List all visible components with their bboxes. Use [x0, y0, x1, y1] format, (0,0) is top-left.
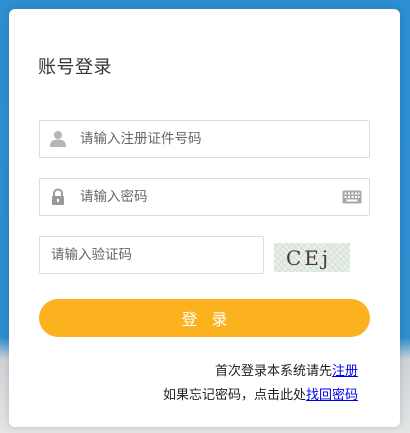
forgot-prompt: 如果忘记密码，点击此处: [162, 388, 306, 403]
password-field-wrapper: [39, 178, 370, 216]
username-field-wrapper: [39, 120, 370, 158]
user-icon: [40, 121, 76, 157]
login-title: 账号登录: [38, 57, 112, 78]
username-input[interactable]: [76, 121, 369, 157]
captcha-field-wrapper: [39, 236, 264, 274]
login-button[interactable]: 登录: [39, 299, 370, 337]
lock-icon: [40, 179, 76, 215]
captcha-input[interactable]: [40, 237, 263, 273]
forgot-password-link[interactable]: 找回密码: [306, 388, 358, 403]
captcha-image[interactable]: CEj 4: [274, 243, 350, 272]
captcha-text: CEj 4: [286, 246, 332, 272]
keyboard-icon[interactable]: [339, 179, 365, 215]
register-link[interactable]: 注册: [332, 364, 358, 379]
login-card: 账号登录 请输入注册证件号码 请输入验证码 CEj 登录 首次登录本系统请先注册…: [9, 9, 400, 427]
forgot-password-line: 如果忘记密码，点击此处找回密码: [163, 384, 358, 403]
password-input[interactable]: [76, 179, 339, 215]
register-line: 首次登录本系统请先注册: [215, 360, 358, 379]
register-prompt: 首次登录本系统请先: [214, 364, 332, 379]
